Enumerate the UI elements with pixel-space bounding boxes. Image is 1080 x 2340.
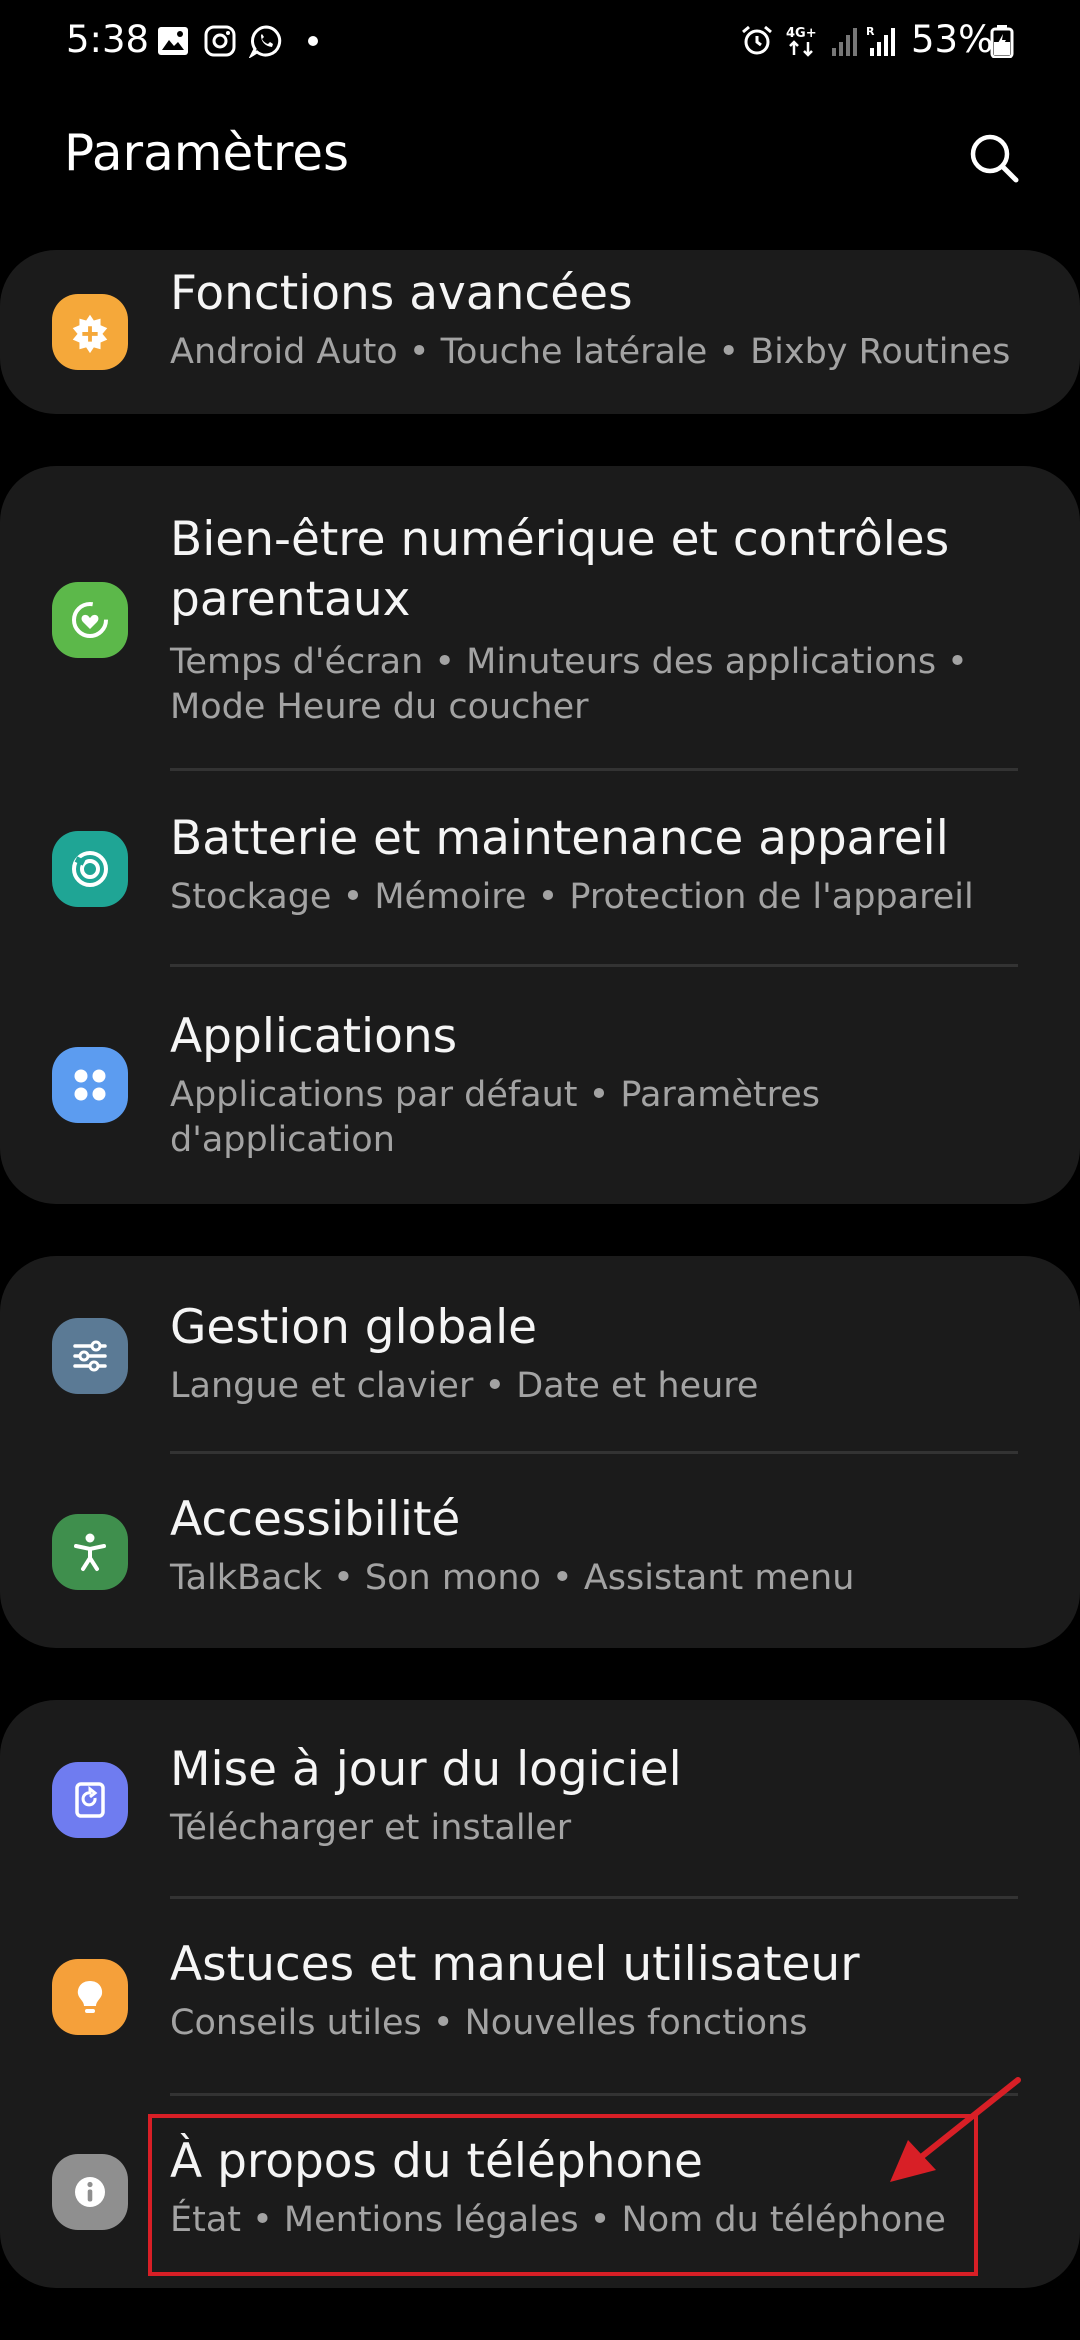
highlight-annotation-box	[148, 2114, 978, 2276]
row-subtitle: Applications par défaut • Paramètres d'a…	[170, 1075, 820, 1160]
dot-icon	[308, 36, 318, 46]
settings-item-applications[interactable]: Applications Applications par défaut • P…	[0, 967, 1080, 1204]
status-bar: 5:38 4G+ R 53%	[0, 0, 1080, 84]
row-subtitle: Langue et clavier • Date et heure	[170, 1366, 759, 1406]
settings-item-battery-device-care[interactable]: Batterie et maintenance appareil Stockag…	[0, 771, 1080, 965]
signal-roaming-icon: R	[866, 25, 895, 56]
page-title: Paramètres	[64, 124, 350, 182]
network-label: 4G+	[786, 26, 817, 41]
row-subtitle: Temps d'écran • Minuteurs des applicatio…	[170, 642, 968, 727]
settings-item-digital-wellbeing[interactable]: Bien-être numérique et contrôles parenta…	[0, 466, 1080, 768]
row-subtitle: Télécharger et installer	[170, 1808, 572, 1848]
settings-item-general-management[interactable]: Gestion globale Langue et clavier • Date…	[0, 1256, 1080, 1452]
instagram-icon	[204, 25, 236, 57]
alarm-icon	[742, 25, 772, 55]
battery-percentage: 53%	[911, 18, 994, 61]
row-title: Gestion globale	[170, 1300, 538, 1355]
row-title: Mise à jour du logiciel	[170, 1742, 682, 1797]
row-title: Accessibilité	[170, 1492, 461, 1547]
software-update-icon	[52, 1762, 128, 1838]
row-title: Applications	[170, 1009, 458, 1064]
accessibility-icon	[52, 1514, 128, 1590]
row-title: Astuces et manuel utilisateur	[170, 1937, 860, 1992]
signal-icon	[832, 28, 857, 56]
gallery-icon	[158, 27, 188, 55]
whatsapp-icon	[249, 25, 282, 58]
status-time: 5:38	[66, 18, 150, 61]
battery-icon	[990, 25, 1014, 58]
digital-wellbeing-icon	[52, 582, 128, 658]
network-4g-icon: 4G+	[786, 26, 817, 57]
settings-item-advanced-features[interactable]: Fonctions avancées Android Auto • Touche…	[0, 250, 1080, 414]
svg-text:R: R	[866, 25, 875, 38]
row-subtitle: Android Auto • Touche latérale • Bixby R…	[170, 332, 1011, 372]
search-button[interactable]	[962, 126, 1026, 190]
device-care-icon	[52, 831, 128, 907]
settings-item-accessibility[interactable]: Accessibilité TalkBack • Son mono • Assi…	[0, 1454, 1080, 1648]
row-title: Bien-être numérique et contrôles parenta…	[170, 512, 950, 627]
row-subtitle: TalkBack • Son mono • Assistant menu	[170, 1558, 855, 1598]
about-phone-icon	[52, 2154, 128, 2230]
row-title: Fonctions avancées	[170, 266, 633, 321]
general-management-icon	[52, 1318, 128, 1394]
row-subtitle: Conseils utiles • Nouvelles fonctions	[170, 2003, 808, 2043]
search-icon	[970, 134, 1019, 183]
settings-item-tips-user-manual[interactable]: Astuces et manuel utilisateur Conseils u…	[0, 1899, 1080, 2093]
apps-icon	[52, 1047, 128, 1123]
tips-icon	[52, 1959, 128, 2035]
settings-item-software-update[interactable]: Mise à jour du logiciel Télécharger et i…	[0, 1700, 1080, 1896]
advanced-features-icon	[52, 294, 128, 370]
row-subtitle: Stockage • Mémoire • Protection de l'app…	[170, 877, 974, 917]
annotation-arrow-icon	[890, 2077, 1021, 2182]
row-title: Batterie et maintenance appareil	[170, 811, 949, 866]
